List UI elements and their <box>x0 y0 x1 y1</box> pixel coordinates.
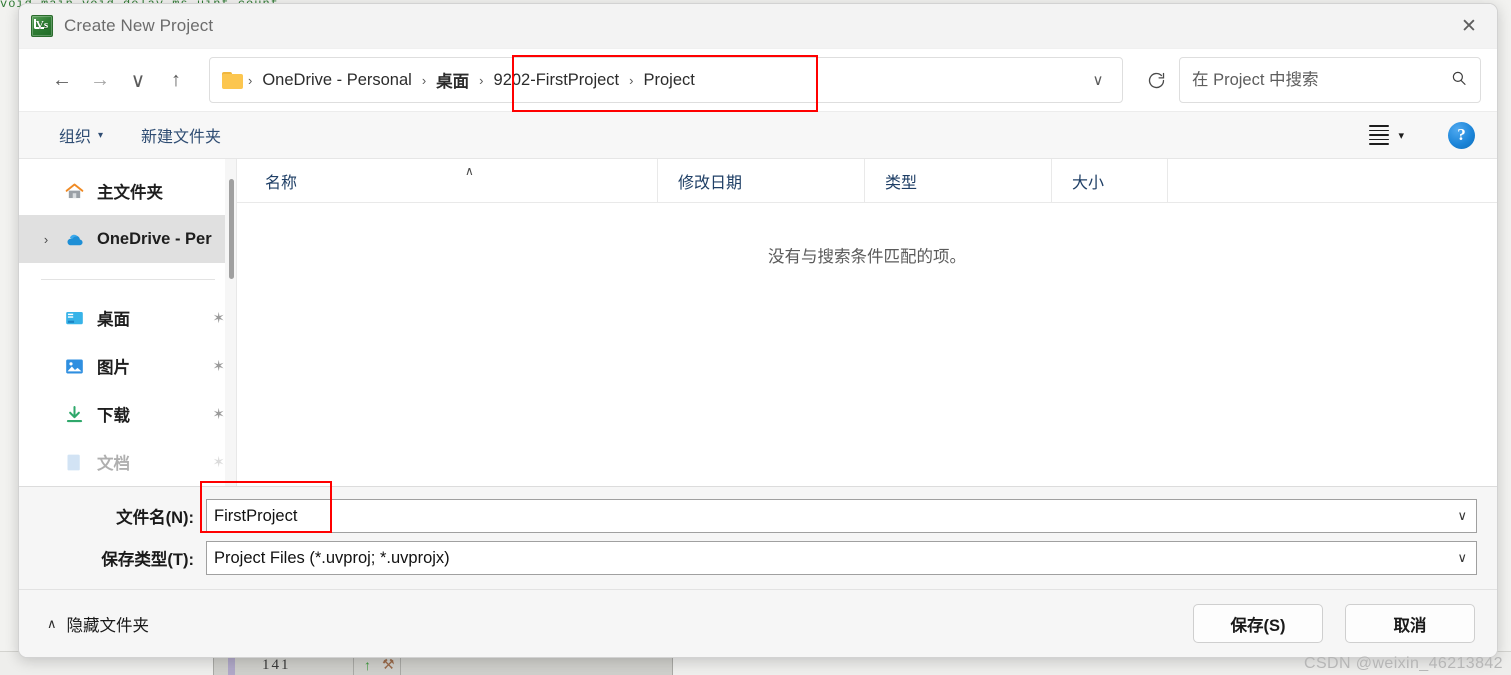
dialog-titlebar: Create New Project ✕ <box>19 4 1497 49</box>
back-button[interactable]: ← <box>43 61 81 99</box>
address-bar[interactable]: › OneDrive - Personal › 桌面 › 9202-FirstP… <box>209 55 1123 112</box>
breadcrumb-separator: › <box>629 72 634 88</box>
pictures-icon <box>59 356 89 377</box>
hide-folders-button[interactable]: ∧ 隐藏文件夹 <box>39 606 157 642</box>
downloads-icon <box>59 404 89 425</box>
sidebar-splitter[interactable] <box>236 159 237 486</box>
address-dropdown-icon[interactable]: ∨ <box>1078 60 1118 100</box>
organize-label: 组织 <box>59 129 92 146</box>
expand-placeholder: › <box>33 359 59 374</box>
filetype-row: 保存类型(T): ∨ <box>39 541 1477 575</box>
column-label-date: 修改日期 <box>678 174 743 192</box>
column-label-type: 类型 <box>885 174 918 192</box>
recent-locations-button[interactable]: ∨ <box>119 61 157 99</box>
sidebar-item-desktop[interactable]: › 桌面 ✶ <box>19 294 237 342</box>
command-toolbar: 组织 ▾ 新建文件夹 ▾ ? <box>19 111 1497 159</box>
navigation-bar: ← → ∨ ↑ › OneDrive - Personal › 桌面 › 920… <box>19 49 1497 112</box>
footer-button-group: 保存(S) 取消 <box>1193 604 1475 643</box>
sidebar-item-downloads[interactable]: › 下载 ✶ <box>19 390 237 438</box>
filename-label: 文件名(N): <box>116 509 194 527</box>
sidebar-label-desktop: 桌面 <box>97 311 130 329</box>
chevron-down-icon: ▾ <box>98 129 104 141</box>
chevron-up-icon: ∧ <box>47 615 57 631</box>
breadcrumb-separator: › <box>421 72 427 88</box>
expand-placeholder: › <box>33 407 59 422</box>
dialog-title: Create New Project <box>64 16 214 35</box>
column-header-size[interactable]: 大小 <box>1051 158 1167 203</box>
help-icon[interactable]: ? <box>1448 121 1475 149</box>
forward-button[interactable]: → <box>81 61 119 99</box>
file-list-pane: 名称 ∧ 修改日期 类型 大小 没有与搜索条件匹配的项。 <box>237 158 1497 486</box>
close-icon[interactable]: ✕ <box>1441 4 1497 48</box>
organize-button[interactable]: 组织 ▾ <box>49 117 113 153</box>
breadcrumb-9202-firstproject[interactable]: 9202-FirstProject <box>486 67 628 94</box>
sidebar-label-pictures: 图片 <box>97 359 130 377</box>
background-misc-icon: ⚒ <box>382 656 395 672</box>
expand-chevron-icon[interactable]: › <box>33 232 59 247</box>
column-header-date[interactable]: 修改日期 <box>657 158 864 203</box>
home-icon <box>59 181 89 202</box>
onedrive-cloud-icon <box>59 229 89 250</box>
dialog-footer: ∧ 隐藏文件夹 保存(S) 取消 <box>19 589 1497 657</box>
dialog-body: › 主文件夹 › OneDrive - Per › 桌面 <box>19 158 1497 486</box>
up-button[interactable]: ↑ <box>157 61 195 99</box>
sidebar-label-onedrive: OneDrive - Per <box>97 229 212 248</box>
file-list-column-header: 名称 ∧ 修改日期 类型 大小 <box>237 158 1497 203</box>
toolbar-right-group: ▾ ? <box>1366 121 1481 149</box>
sidebar-label-documents: 文档 <box>97 455 130 473</box>
column-label-name: 名称 <box>265 174 298 192</box>
column-header-name[interactable]: 名称 ∧ <box>245 159 657 203</box>
filename-input[interactable] <box>206 499 1477 533</box>
column-header-type[interactable]: 类型 <box>864 158 1051 203</box>
search-input[interactable] <box>1192 70 1450 90</box>
breadcrumb-separator: › <box>248 72 253 88</box>
search-box[interactable] <box>1179 57 1481 103</box>
sidebar-divider <box>41 279 215 280</box>
save-button[interactable]: 保存(S) <box>1193 604 1323 643</box>
column-header-filler <box>1167 158 1497 203</box>
view-chevron-down-icon[interactable]: ▾ <box>1396 129 1418 142</box>
search-icon[interactable] <box>1450 69 1468 92</box>
new-folder-label: 新建文件夹 <box>141 129 222 146</box>
file-name-form: 文件名(N): ∨ 保存类型(T): ∨ <box>19 481 1497 589</box>
expand-placeholder: › <box>33 311 59 326</box>
filetype-label: 保存类型(T): <box>101 551 194 569</box>
cancel-button[interactable]: 取消 <box>1345 604 1475 643</box>
file-list-empty-area: 没有与搜索条件匹配的项。 <box>237 203 1497 486</box>
sidebar-label-home: 主文件夹 <box>97 184 163 202</box>
documents-icon <box>59 452 89 473</box>
background-line-number: 141 <box>262 657 291 673</box>
refresh-icon[interactable] <box>1133 57 1179 103</box>
desktop-icon <box>59 308 89 329</box>
filetype-select[interactable] <box>206 541 1477 575</box>
sidebar-scrollbar-thumb[interactable] <box>229 179 234 279</box>
sidebar-label-downloads: 下载 <box>97 407 130 425</box>
navigation-sidebar: › 主文件夹 › OneDrive - Per › 桌面 <box>19 159 237 486</box>
keil-uvision-icon <box>31 15 53 37</box>
sidebar-item-home[interactable]: › 主文件夹 <box>19 167 237 215</box>
sort-ascending-icon: ∧ <box>465 163 474 178</box>
hide-folders-label: 隐藏文件夹 <box>66 616 150 635</box>
sidebar-item-pictures[interactable]: › 图片 ✶ <box>19 342 237 390</box>
column-label-size: 大小 <box>1072 174 1105 192</box>
folder-icon <box>222 71 244 89</box>
breadcrumb-desktop[interactable]: 桌面 <box>428 64 477 96</box>
sidebar-item-documents[interactable]: › 文档 ✶ <box>19 438 237 486</box>
filename-row: 文件名(N): ∨ <box>39 499 1477 533</box>
expand-placeholder: › <box>33 184 59 199</box>
expand-placeholder: › <box>33 455 59 470</box>
view-list-icon[interactable] <box>1366 125 1392 145</box>
filetype-input-wrap: ∨ <box>206 541 1477 575</box>
background-arrow-icon: ↑ <box>364 657 371 673</box>
create-new-project-dialog: Create New Project ✕ ← → ∨ ↑ › OneDrive … <box>18 3 1498 658</box>
breadcrumb-separator: › <box>479 72 484 88</box>
empty-message: 没有与搜索条件匹配的项。 <box>768 248 966 266</box>
sidebar-item-onedrive[interactable]: › OneDrive - Per <box>19 215 237 263</box>
filename-input-wrap: ∨ <box>206 499 1477 533</box>
new-folder-button[interactable]: 新建文件夹 <box>131 117 231 153</box>
breadcrumb-project[interactable]: Project <box>636 67 703 94</box>
breadcrumb-onedrive[interactable]: OneDrive - Personal <box>254 67 419 94</box>
